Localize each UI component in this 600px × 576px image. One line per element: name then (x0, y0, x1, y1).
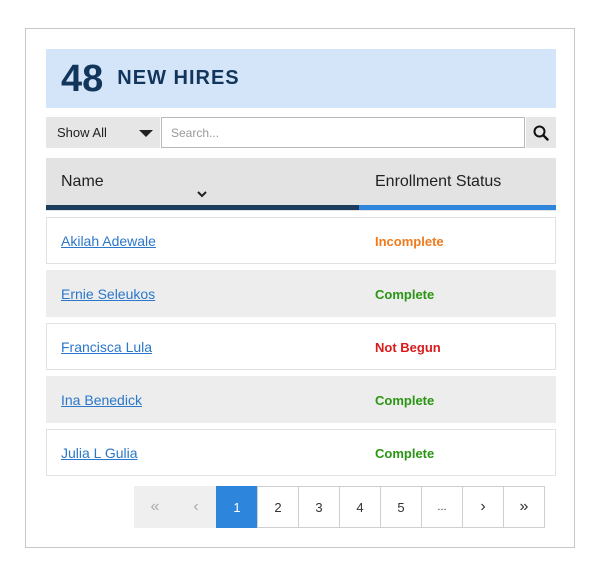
enrollment-status: Complete (375, 446, 435, 461)
enrollment-status: Complete (375, 287, 435, 302)
previous-page-button[interactable]: ‹ (175, 486, 217, 528)
table-row: Ernie Seleukos Complete (46, 270, 556, 317)
employee-name-link[interactable]: Francisca Lula (61, 339, 152, 355)
pagination: « ‹ 1 2 3 4 5 ... › » (134, 486, 545, 528)
column-header-enrollment-status[interactable]: Enrollment Status (375, 173, 501, 191)
table-header: Name Enrollment Status (46, 158, 556, 211)
page-button-5[interactable]: 5 (380, 486, 422, 528)
employee-name-link[interactable]: Akilah Adewale (61, 233, 156, 249)
first-page-button[interactable]: « (134, 486, 176, 528)
search-button[interactable] (526, 117, 556, 148)
employee-name-link[interactable]: Julia L Gulia (61, 445, 138, 461)
new-hires-count: 48 (61, 57, 104, 100)
last-page-button[interactable]: » (503, 486, 545, 528)
column-header-name[interactable]: Name (61, 173, 104, 191)
table-row: Julia L Gulia Complete (46, 429, 556, 476)
table-row: Francisca Lula Not Begun (46, 323, 556, 370)
table-body: Akilah Adewale Incomplete Ernie Seleukos… (46, 217, 556, 482)
search-icon (533, 125, 549, 141)
column-underline (359, 205, 556, 210)
sorted-column-indicator (46, 205, 359, 210)
next-page-button[interactable]: › (462, 486, 504, 528)
chevron-down-icon[interactable] (197, 191, 207, 198)
page-button-1[interactable]: 1 (216, 486, 258, 528)
search-input[interactable] (161, 117, 525, 148)
more-pages-button[interactable]: ... (421, 486, 463, 528)
caret-down-icon (139, 130, 153, 137)
card-header: 48 NEW HIRES (46, 49, 556, 108)
enrollment-status: Incomplete (375, 234, 444, 249)
table-row: Akilah Adewale Incomplete (46, 217, 556, 264)
filter-bar: Show All (46, 117, 556, 148)
employee-name-link[interactable]: Ina Benedick (61, 392, 142, 408)
page-button-2[interactable]: 2 (257, 486, 299, 528)
employee-name-link[interactable]: Ernie Seleukos (61, 286, 155, 302)
show-filter-select[interactable]: Show All (46, 117, 160, 148)
card-title: NEW HIRES (117, 67, 240, 89)
page-button-3[interactable]: 3 (298, 486, 340, 528)
show-filter-value: Show All (57, 125, 107, 140)
new-hires-card: 48 NEW HIRES Show All Name Enrollment St… (25, 28, 575, 548)
page-button-4[interactable]: 4 (339, 486, 381, 528)
enrollment-status: Not Begun (375, 340, 441, 355)
table-row: Ina Benedick Complete (46, 376, 556, 423)
enrollment-status: Complete (375, 393, 435, 408)
